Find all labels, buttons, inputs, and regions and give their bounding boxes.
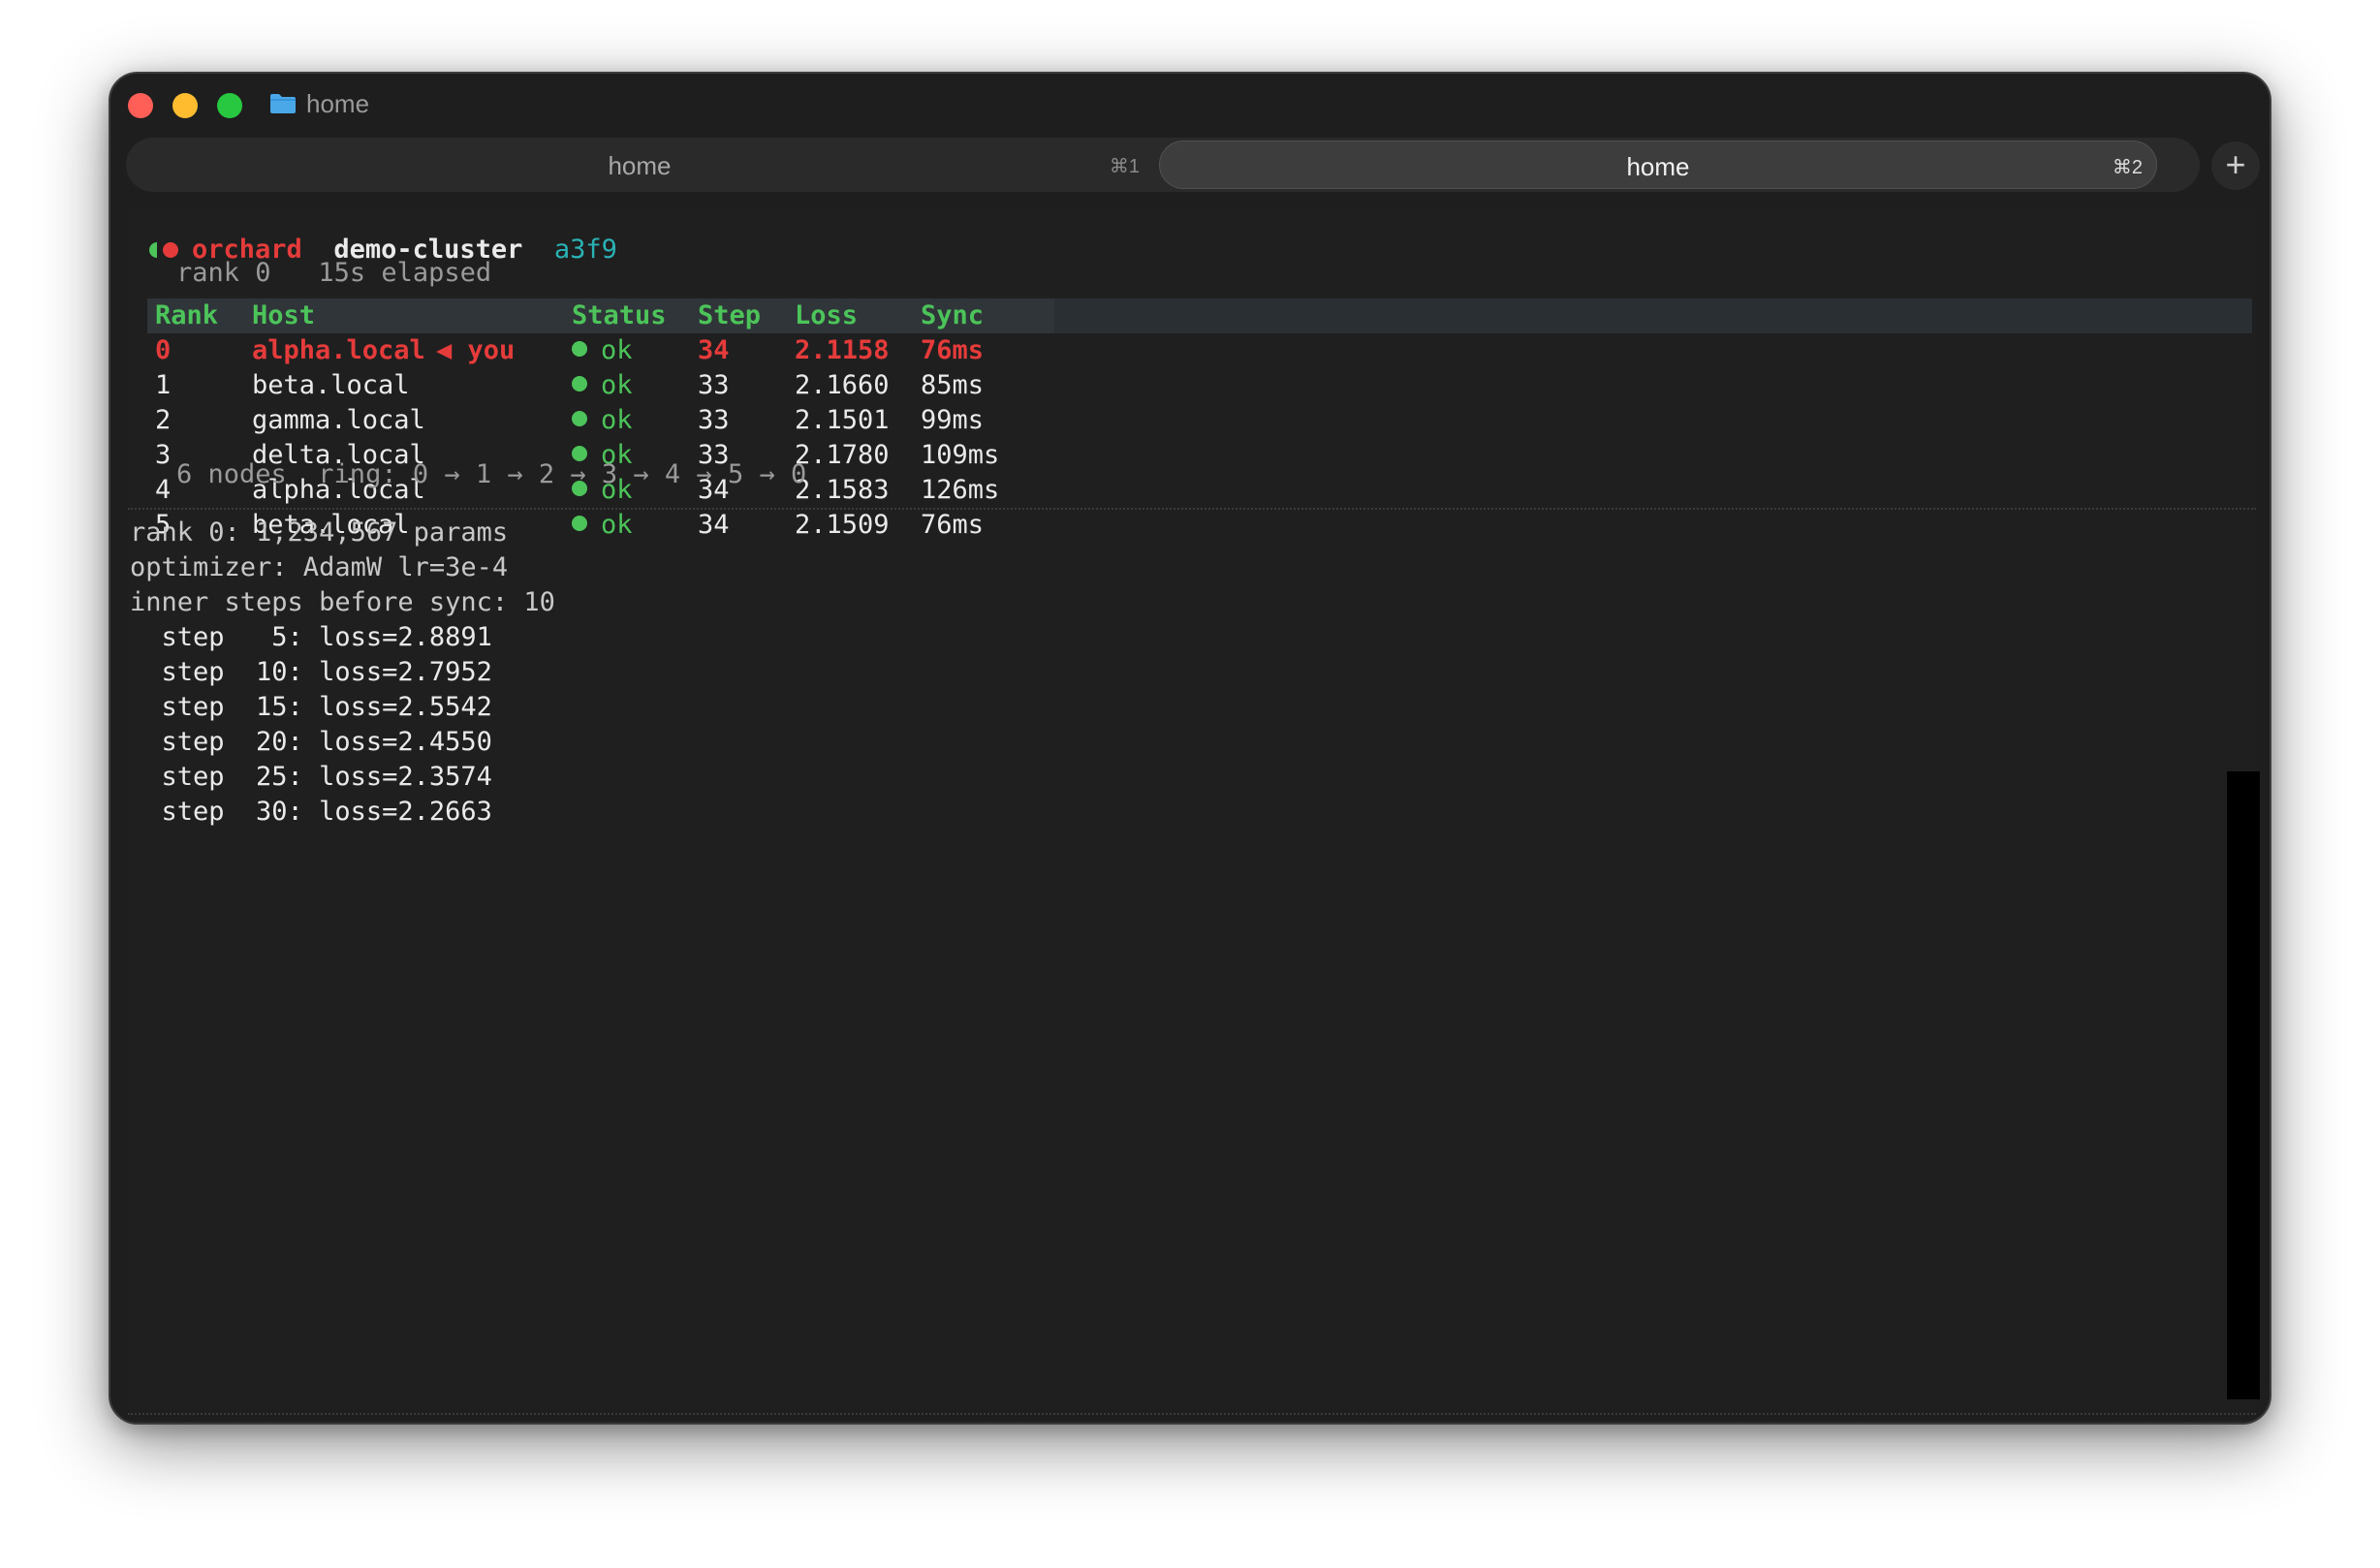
terminal-content[interactable]: orchard demo-cluster a3f9 rank 0 15s ela… [128,207,2260,1423]
cell-step: 33 [698,405,730,435]
ring-summary: 6 nodes ring: 0 → 1 → 2 → 3 → 4 → 5 → 0 [176,459,807,489]
tab-home-1[interactable]: home ⌘1 [126,138,1153,192]
cell-rank: 0 [155,335,172,365]
column-header-sync: Sync [921,300,985,330]
terminal-window: home home ⌘1 home ⌘2 + orchard demo-clus… [109,72,2271,1425]
cell-sync: 109ms [921,440,1000,470]
status-text: ok [601,405,633,435]
log-line: step 5: loss=2.8891 [130,621,492,652]
status-dot-icon [572,411,587,426]
cell-status: ok [572,508,633,543]
status-dot-icon [572,516,587,531]
commit-hash: a3f9 [553,235,617,265]
you-marker: ◀ you [436,335,516,365]
close-window-button[interactable] [128,93,153,118]
cell-rank: 1 [155,370,172,400]
status-text: ok [601,335,633,365]
column-header-rank: Rank [155,300,219,330]
cell-rank: 2 [155,405,172,435]
log-line: rank 0: 1,234,567 params [130,517,509,548]
tab-bar: home ⌘1 home ⌘2 [126,138,2200,192]
zoom-window-button[interactable] [217,93,242,118]
status-dot-icon [572,341,587,357]
cell-sync: 76ms [921,510,985,540]
log-line: step 20: loss=2.4550 [130,726,492,757]
window-title: home [306,89,370,118]
rank-label: rank 0 [176,258,271,288]
column-header-status: Status [572,300,667,330]
cell-status: ok [572,368,633,403]
cell-rank: 3 [155,440,172,470]
cell-host: beta.local [252,370,410,400]
log-line: inner steps before sync: 10 [130,586,555,617]
cell-sync: 85ms [921,370,985,400]
column-header-host: Host [252,300,316,330]
new-tab-button[interactable]: + [2211,141,2260,190]
tab-label: home [1626,152,1690,181]
subheader-line: rank 0 15s elapsed [176,256,491,291]
cell-loss: 2.1501 [795,405,890,435]
cell-sync: 126ms [921,475,1000,505]
cell-loss: 2.1660 [795,370,890,400]
log-line: step 10: loss=2.7952 [130,656,492,687]
cell-host: gamma.local [252,405,425,435]
minimize-window-button[interactable] [172,93,198,118]
cell-step: 34 [698,335,730,365]
tab-shortcut: ⌘2 [2112,157,2143,178]
log-line: optimizer: AdamW lr=3e-4 [130,551,509,582]
folder-icon [270,94,296,113]
scrollbar[interactable] [2227,771,2260,1399]
status-text: ok [601,370,633,400]
cell-status: ok [572,333,633,368]
cell-step: 34 [698,510,730,540]
tab-shortcut: ⌘1 [1109,156,1140,177]
cell-loss: 2.1780 [795,440,890,470]
cell-step: 33 [698,370,730,400]
tab-label: home [608,151,672,180]
elapsed-time: 15s elapsed [318,258,492,288]
tab-home-2[interactable]: home ⌘2 [1159,141,2157,189]
column-header-step: Step [698,300,762,330]
cell-host: alpha.local [252,335,425,365]
footer-divider [128,1413,2256,1415]
section-divider [128,508,2256,510]
cell-rank: 4 [155,475,172,505]
status-dot-icon [572,376,587,392]
footer-bar [128,1421,2256,1423]
log-line: step 25: loss=2.3574 [130,761,492,792]
cell-sync: 76ms [921,335,985,365]
cell-loss: 2.1158 [795,335,890,365]
log-line: step 30: loss=2.2663 [130,796,492,827]
cell-loss: 2.1583 [795,475,890,505]
cell-loss: 2.1509 [795,510,890,540]
log-line: step 15: loss=2.5542 [130,691,492,722]
column-header-loss: Loss [795,300,859,330]
title-bar: home [110,74,2270,138]
cell-sync: 99ms [921,405,985,435]
cell-status: ok [572,403,633,438]
status-text: ok [601,510,633,540]
